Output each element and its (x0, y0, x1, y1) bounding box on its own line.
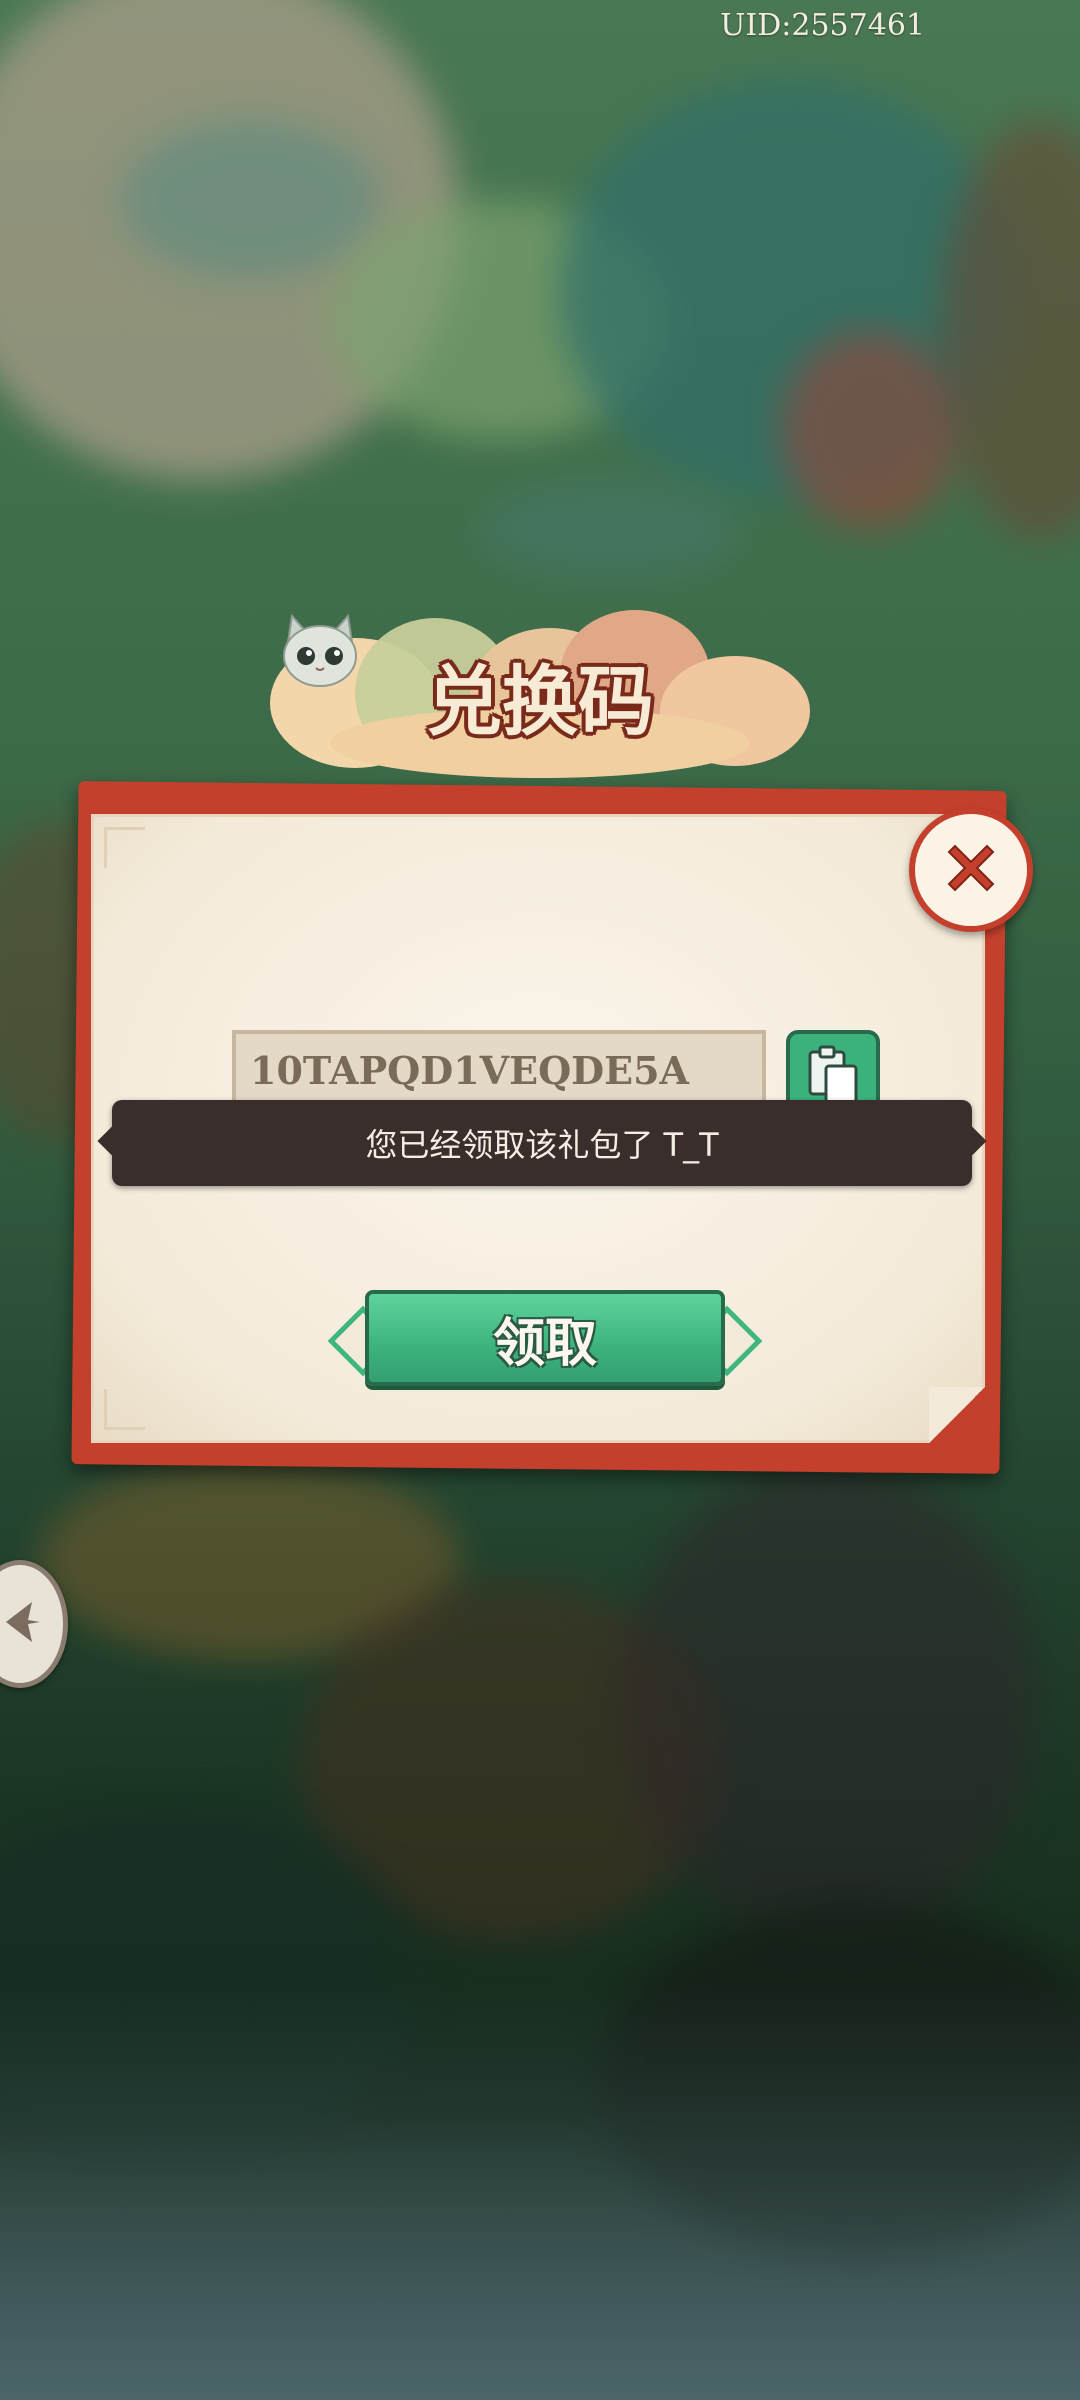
redeem-code-input[interactable] (232, 1030, 766, 1110)
toast-message: 您已经领取该礼包了 T_T (97, 1100, 987, 1186)
uid-label: UID:2557461 (720, 8, 925, 43)
claim-button-wrap: 领取 (327, 1290, 763, 1390)
toast-text: 您已经领取该礼包了 T_T (365, 1126, 719, 1164)
corner-ornament (104, 827, 145, 868)
dialog-title-banner: 兑换码 (270, 598, 810, 788)
page-fold (929, 1387, 985, 1443)
claim-button[interactable]: 领取 (365, 1290, 725, 1386)
close-icon (939, 836, 1003, 904)
claim-button-label: 领取 (492, 1312, 597, 1374)
dialog-title: 兑换码 (426, 657, 654, 746)
close-button[interactable] (909, 808, 1033, 932)
corner-ornament (104, 1389, 145, 1430)
back-arrow-icon (0, 1594, 48, 1654)
